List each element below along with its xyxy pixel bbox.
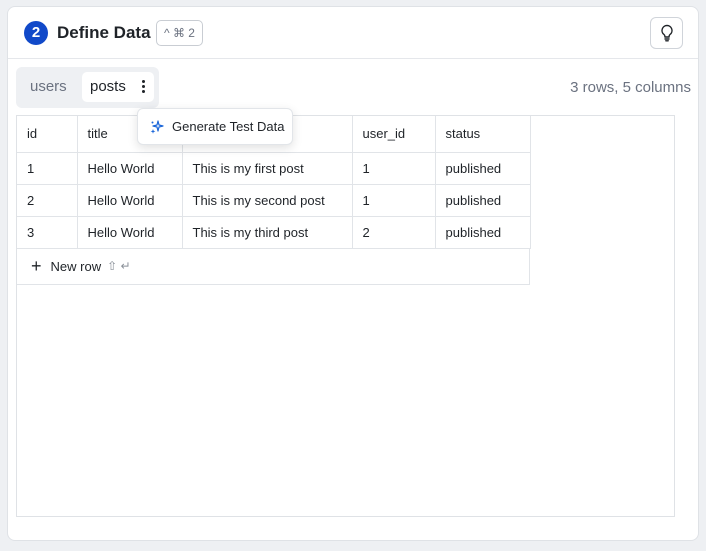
card-header: 2 Define Data ^ ⌘ 2 [8,7,698,59]
table-cell[interactable]: This is my first post [182,152,353,185]
table-cell[interactable]: Hello World [77,216,183,249]
column-header-user-id[interactable]: user_id [352,116,436,153]
table-cell[interactable]: This is my second post [182,184,353,217]
table-cell[interactable]: 3 [17,216,78,249]
new-row-shortcut: ⇧ ↵ [107,259,131,273]
table-cell[interactable]: 1 [352,184,436,217]
plus-icon: + [31,256,42,276]
sparkles-icon [150,119,164,134]
data-grid: id title body user_id status 1 Hello Wor… [16,115,675,517]
new-row-label: New row [50,258,102,274]
table-cell[interactable]: published [435,184,531,217]
table-tabs: users posts [16,67,159,108]
table-cell[interactable]: 1 [17,152,78,185]
tab-posts[interactable]: posts [82,72,154,102]
table-row: 2 Hello World This is my second post 1 p… [17,184,531,217]
table-cell[interactable]: 2 [352,216,436,249]
more-options-icon[interactable] [140,80,146,94]
table-row: 3 Hello World This is my third post 2 pu… [17,216,531,249]
table-summary: 3 rows, 5 columns [570,79,691,96]
table-cell[interactable]: 1 [352,152,436,185]
page-title: Define Data [57,23,151,42]
table-cell[interactable]: published [435,216,531,249]
lightbulb-icon [660,24,673,42]
step-number-badge: 2 [24,21,48,45]
hint-button[interactable] [650,17,683,49]
generate-test-data-menu-item[interactable]: Generate Test Data [137,108,293,145]
keyboard-shortcut-badge: ^ ⌘ 2 [156,20,203,46]
table-cell[interactable]: published [435,152,531,185]
table-cell[interactable]: 2 [17,184,78,217]
tab-posts-label: posts [90,78,126,95]
table-cell[interactable]: Hello World [77,152,183,185]
table-cell[interactable]: This is my third post [182,216,353,249]
new-row-button[interactable]: + New row ⇧ ↵ [17,248,530,285]
generate-test-data-label: Generate Test Data [172,119,285,134]
column-header-status[interactable]: status [435,116,531,153]
tab-users[interactable]: users [22,72,75,102]
table-row: 1 Hello World This is my first post 1 pu… [17,152,531,185]
table-cell[interactable]: Hello World [77,184,183,217]
column-header-id[interactable]: id [17,116,78,153]
